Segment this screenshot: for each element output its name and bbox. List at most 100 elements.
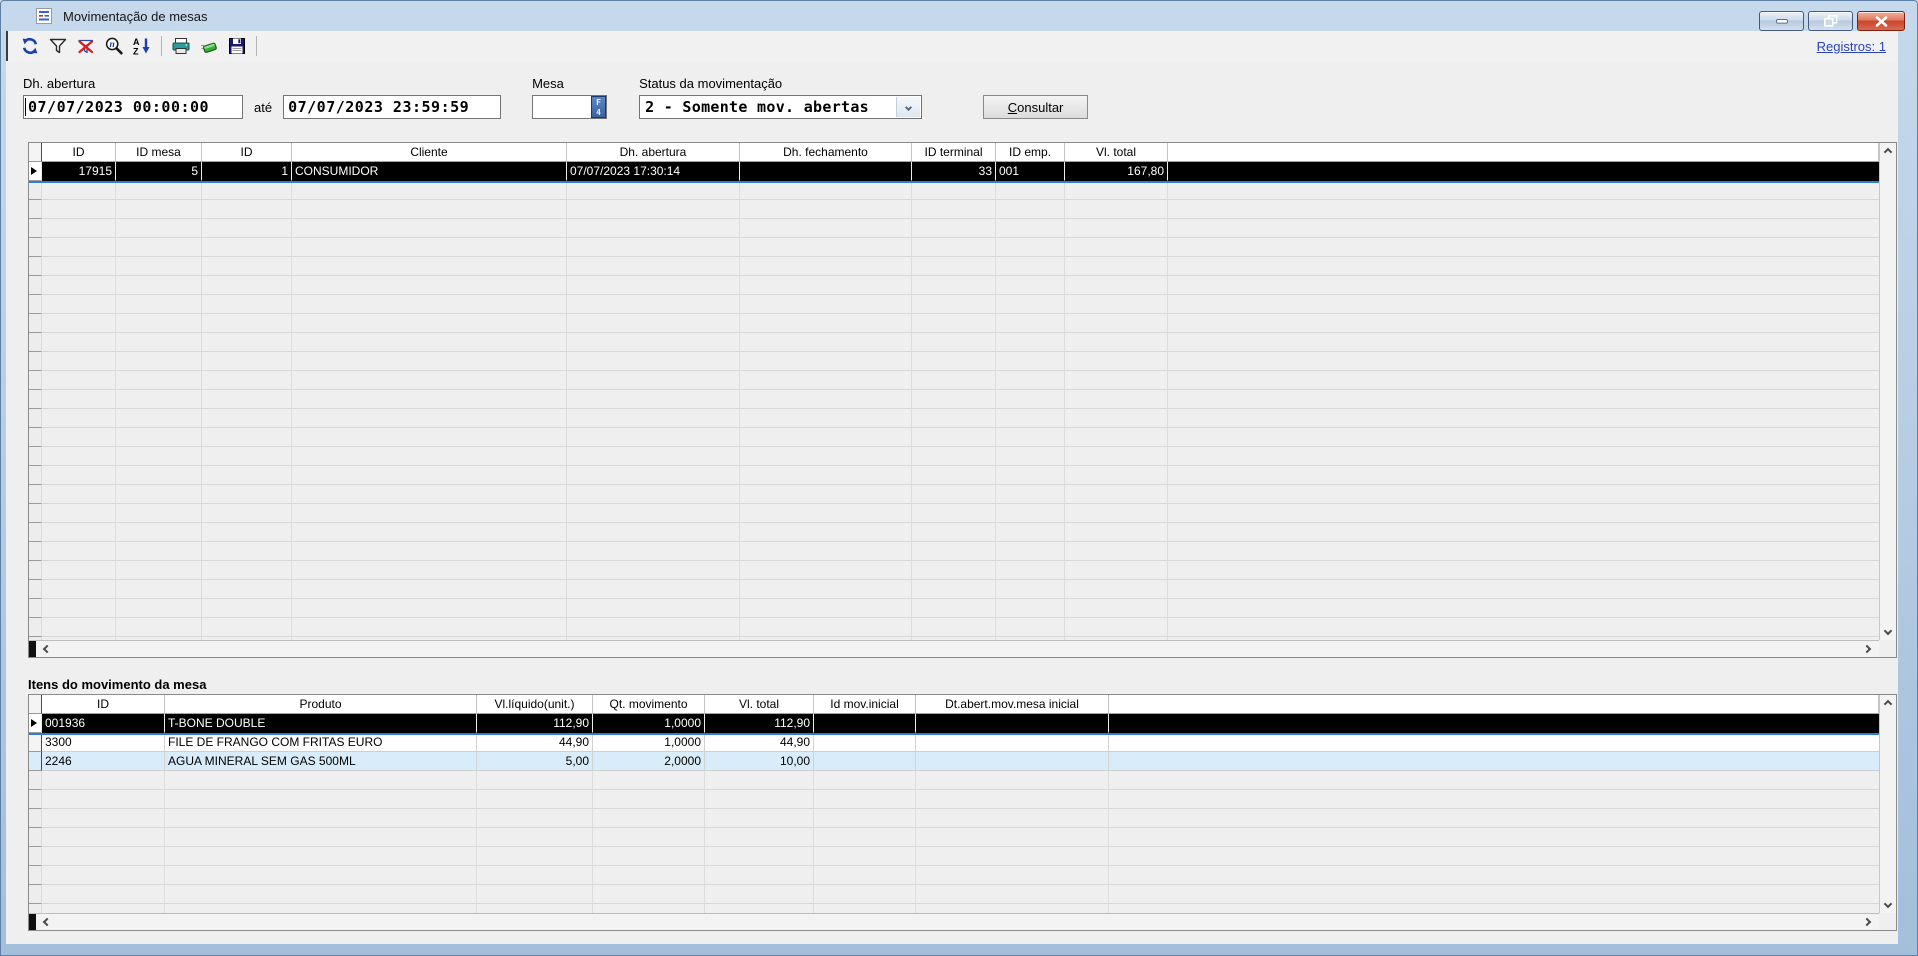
row-indicator — [29, 371, 42, 390]
grid-cell — [916, 752, 1109, 771]
grid-empty-row — [29, 295, 1879, 314]
scrollbar-thumb[interactable] — [29, 641, 36, 657]
grid-cell — [740, 466, 912, 485]
column-header[interactable]: Qt. movimento — [593, 695, 705, 714]
scrollbar-thumb[interactable] — [29, 914, 36, 930]
master-grid-body: IDID mesaIDClienteDh. aberturaDh. fecham… — [29, 143, 1879, 640]
grid-cell — [292, 238, 567, 257]
grid-cell — [1065, 181, 1168, 200]
grid-empty-row — [29, 561, 1879, 580]
grid-cell — [116, 371, 202, 390]
sort-az-button[interactable]: A Z — [128, 34, 156, 58]
grid-cell — [814, 771, 916, 790]
ate-label: até — [254, 100, 272, 115]
dropdown-arrow[interactable] — [896, 97, 920, 117]
grid-cell — [912, 466, 996, 485]
column-header[interactable]: Dh. fechamento — [740, 143, 912, 162]
dh-abertura-to-input[interactable] — [283, 95, 501, 119]
grid-cell — [996, 390, 1065, 409]
grid-cell — [202, 276, 292, 295]
column-header[interactable]: Vl. total — [705, 695, 814, 714]
grid-cell — [814, 752, 916, 771]
grid-cell — [202, 295, 292, 314]
find-button[interactable]: n — [100, 34, 128, 58]
consultar-button[interactable]: Consultar — [983, 95, 1088, 119]
column-header[interactable]: ID mesa — [116, 143, 202, 162]
refresh-button[interactable] — [16, 34, 44, 58]
grid-cell-filler — [1168, 504, 1879, 523]
sort-az-icon: A Z — [132, 36, 152, 56]
column-header[interactable]: ID emp. — [996, 143, 1065, 162]
filter-icon — [48, 36, 68, 56]
grid-cell — [202, 618, 292, 637]
grid-cell — [165, 866, 477, 885]
grid-cell-filler — [1109, 828, 1879, 847]
clear-filter-button[interactable] — [72, 34, 100, 58]
minimize-button[interactable] — [1759, 11, 1804, 31]
grid-cell — [740, 428, 912, 447]
grid-cell-filler — [1168, 219, 1879, 238]
grid-cell — [1065, 371, 1168, 390]
restore-button[interactable] — [1808, 11, 1853, 31]
grid-cell — [740, 276, 912, 295]
grid-row[interactable]: 1791551CONSUMIDOR07/07/2023 17:30:143300… — [29, 162, 1879, 181]
vertical-scrollbar[interactable] — [1879, 143, 1896, 640]
column-header[interactable]: ID terminal — [912, 143, 996, 162]
grid-cell — [1065, 276, 1168, 295]
grid-cell — [292, 314, 567, 333]
registros-link[interactable]: Registros: 1 — [1817, 39, 1886, 54]
grid-cell — [42, 790, 165, 809]
grid-cell — [912, 580, 996, 599]
export-button[interactable] — [195, 34, 223, 58]
column-header[interactable]: Id mov.inicial — [814, 695, 916, 714]
grid-cell — [202, 257, 292, 276]
grid-cell — [740, 523, 912, 542]
column-header[interactable]: Vl. total — [1065, 143, 1168, 162]
grid-cell — [42, 428, 116, 447]
save-button[interactable] — [223, 34, 251, 58]
column-header[interactable]: Produto — [165, 695, 477, 714]
grid-cell — [1065, 504, 1168, 523]
column-header[interactable]: ID — [42, 143, 116, 162]
grid-empty-row — [29, 447, 1879, 466]
dh-abertura-from-input[interactable] — [23, 95, 243, 119]
row-indicator — [29, 561, 42, 580]
grid-cell — [42, 847, 165, 866]
grid-cell — [916, 885, 1109, 904]
column-header[interactable]: Cliente — [292, 143, 567, 162]
grid-cell-filler — [1109, 809, 1879, 828]
row-indicator — [29, 733, 42, 752]
titlebar[interactable]: Movimentação de mesas — [1, 1, 1917, 31]
column-header[interactable]: ID — [202, 143, 292, 162]
column-header[interactable]: Dh. abertura — [567, 143, 740, 162]
f4-lookup-button[interactable]: F 4 — [591, 96, 606, 118]
horizontal-scrollbar[interactable] — [29, 913, 1879, 930]
grid-cell: CONSUMIDOR — [292, 162, 567, 181]
grid-cell — [1065, 200, 1168, 219]
column-header[interactable]: Vl.líquido(unit.) — [477, 695, 593, 714]
grid-cell — [912, 200, 996, 219]
grid-cell — [116, 428, 202, 447]
vertical-scrollbar[interactable] — [1879, 695, 1896, 913]
row-indicator — [29, 409, 42, 428]
row-indicator — [29, 428, 42, 447]
horizontal-scrollbar[interactable] — [29, 640, 1879, 657]
grid-header-row: IDProdutoVl.líquido(unit.)Qt. movimentoV… — [29, 695, 1879, 714]
grid-cell — [42, 504, 116, 523]
column-header[interactable]: ID — [42, 695, 165, 714]
grid-cell — [996, 200, 1065, 219]
filter-button[interactable] — [44, 34, 72, 58]
grid-row[interactable]: 001936T-BONE DOUBLE112,901,0000112,90 — [29, 714, 1879, 733]
grid-row[interactable]: 2246AGUA MINERAL SEM GAS 500ML5,002,0000… — [29, 752, 1879, 771]
grid-cell — [912, 618, 996, 637]
grid-cell — [912, 485, 996, 504]
grid-cell-filler — [1168, 447, 1879, 466]
grid-cell — [705, 904, 814, 913]
grid-cell — [292, 523, 567, 542]
scroll-left-icon — [43, 918, 51, 926]
print-button[interactable] — [167, 34, 195, 58]
column-header[interactable]: Dt.abert.mov.mesa inicial — [916, 695, 1109, 714]
grid-row[interactable]: 3300FILE DE FRANGO COM FRITAS EURO44,901… — [29, 733, 1879, 752]
close-button[interactable] — [1857, 11, 1905, 31]
status-select[interactable]: 2 - Somente mov. abertas — [639, 95, 922, 119]
